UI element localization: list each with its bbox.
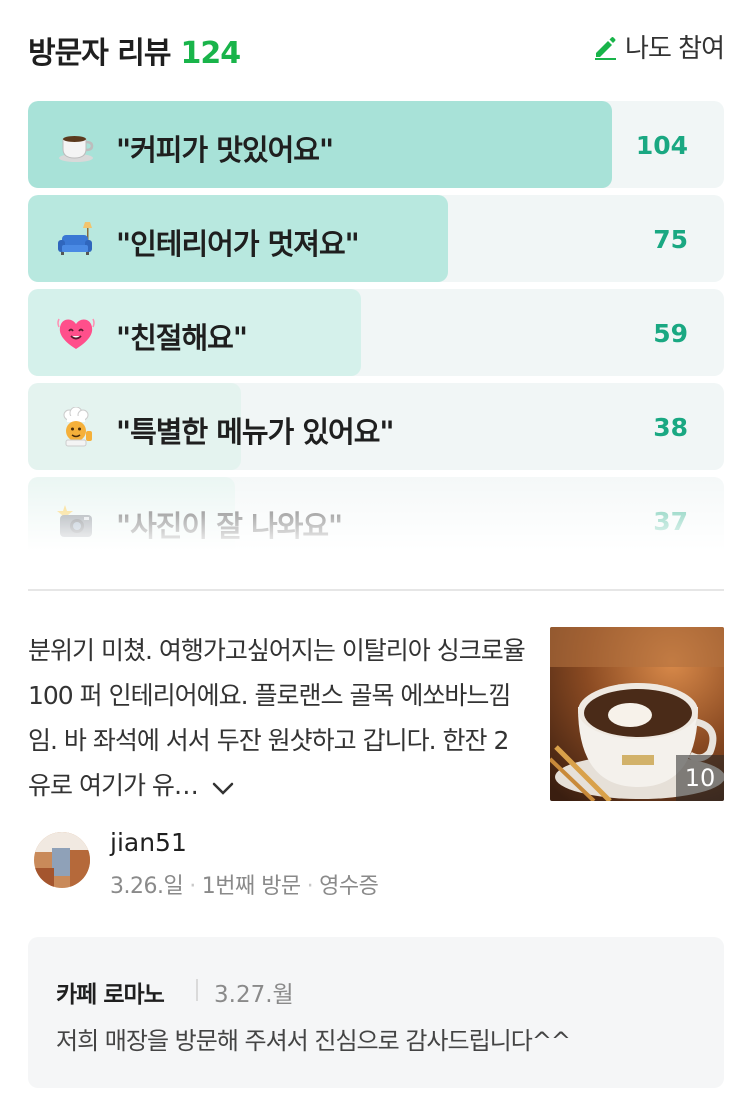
coffee-cup-icon [59, 136, 94, 162]
participate-button[interactable]: 나도 참여 [591, 28, 725, 65]
verify-method: 영수증 [319, 874, 379, 899]
keyword-stats: "커피가 맛있어요" 104 "인테리어가 멋져요" 75 "친절해요" 59 [28, 101, 724, 551]
review-author: jian51 3.26.일 · 1번째 방문 · 영수증 [28, 826, 528, 899]
reply-separator [196, 979, 198, 1001]
couch-icon [58, 222, 92, 255]
stat-count: 59 [653, 319, 688, 348]
section-divider [28, 589, 724, 591]
reviews-header: 방문자 리뷰 124 나도 참여 [28, 22, 725, 72]
stat-count: 37 [653, 507, 688, 536]
username[interactable]: jian51 [110, 828, 187, 857]
review-date: 3.26.일 [110, 874, 184, 899]
pencil-icon [595, 36, 617, 60]
owner-name: 카페 로마노 [56, 982, 165, 1008]
meta-separator: · [189, 874, 196, 899]
stat-label: "인테리어가 멋져요" [116, 227, 360, 261]
visit-count: 1번째 방문 [201, 874, 301, 899]
owner-reply: 카페 로마노 3.27.월 저희 매장을 방문해 주셔서 진심으로 감사드립니다… [28, 937, 724, 1088]
heart-face-icon [57, 318, 95, 349]
participate-label: 나도 참여 [625, 34, 725, 64]
expand-chevron-icon[interactable] [212, 765, 234, 810]
review-text[interactable]: 분위기 미쳤. 여행가고싶어지는 이탈리아 싱크로율 100 퍼 인테리어에요.… [28, 628, 528, 810]
review-meta: 3.26.일 · 1번째 방문 · 영수증 [110, 868, 379, 900]
stat-count: 75 [653, 225, 688, 254]
stat-label: "사진이 잘 나와요" [116, 509, 343, 543]
stat-row[interactable]: "커피가 맛있어요" 104 [28, 101, 724, 188]
photo-count-badge: 10 [676, 755, 724, 801]
stat-count: 38 [653, 413, 688, 442]
stat-label: "친절해요" [116, 321, 248, 355]
meta-separator: · [306, 874, 314, 899]
review-photo[interactable]: 10 [550, 627, 724, 801]
reply-date: 3.27.월 [214, 982, 294, 1008]
stat-row[interactable]: "인테리어가 멋져요" 75 [28, 195, 724, 282]
title-text: 방문자 리뷰 [28, 36, 171, 71]
avatar[interactable] [34, 832, 90, 888]
stat-row[interactable]: "친절해요" 59 [28, 289, 724, 376]
section-title: 방문자 리뷰 124 [28, 28, 241, 72]
chef-icon [63, 407, 92, 447]
avatar-image [34, 832, 90, 888]
stat-label: "특별한 메뉴가 있어요" [116, 415, 395, 449]
stat-label: "커피가 맛있어요" [116, 133, 334, 167]
stat-count: 104 [635, 131, 688, 160]
stat-row[interactable]: "사진이 잘 나와요" 37 [28, 477, 724, 551]
stat-row[interactable]: "특별한 메뉴가 있어요" 38 [28, 383, 724, 470]
camera-flash-icon [57, 505, 92, 537]
review-body: 분위기 미쳤. 여행가고싶어지는 이탈리아 싱크로율 100 퍼 인테리어에요.… [28, 636, 526, 800]
reply-text: 저희 매장을 방문해 주셔서 진심으로 감사드립니다^^ [56, 1027, 571, 1055]
review-count: 124 [180, 36, 241, 71]
